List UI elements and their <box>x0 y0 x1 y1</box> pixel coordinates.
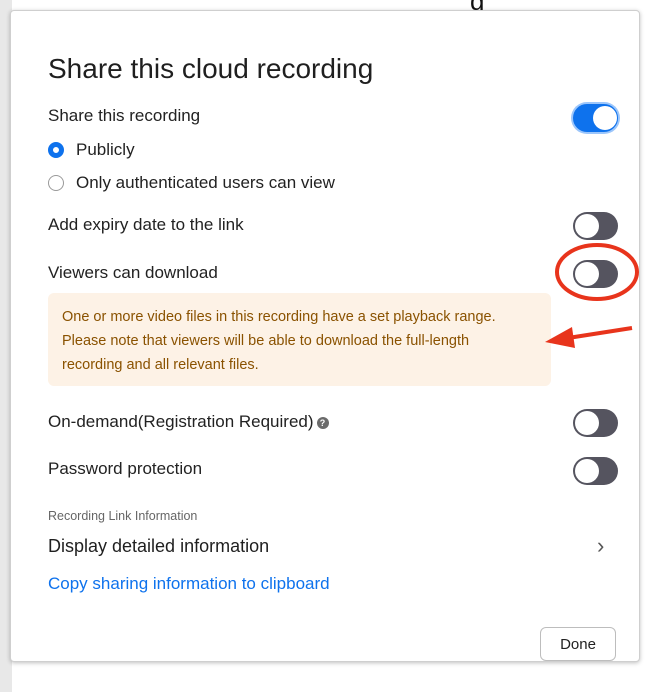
annotation-circle <box>555 243 639 301</box>
annotation-overlay <box>545 243 639 348</box>
annotation-arrow-head <box>545 327 575 348</box>
annotation-arrow-shaft <box>567 326 633 340</box>
